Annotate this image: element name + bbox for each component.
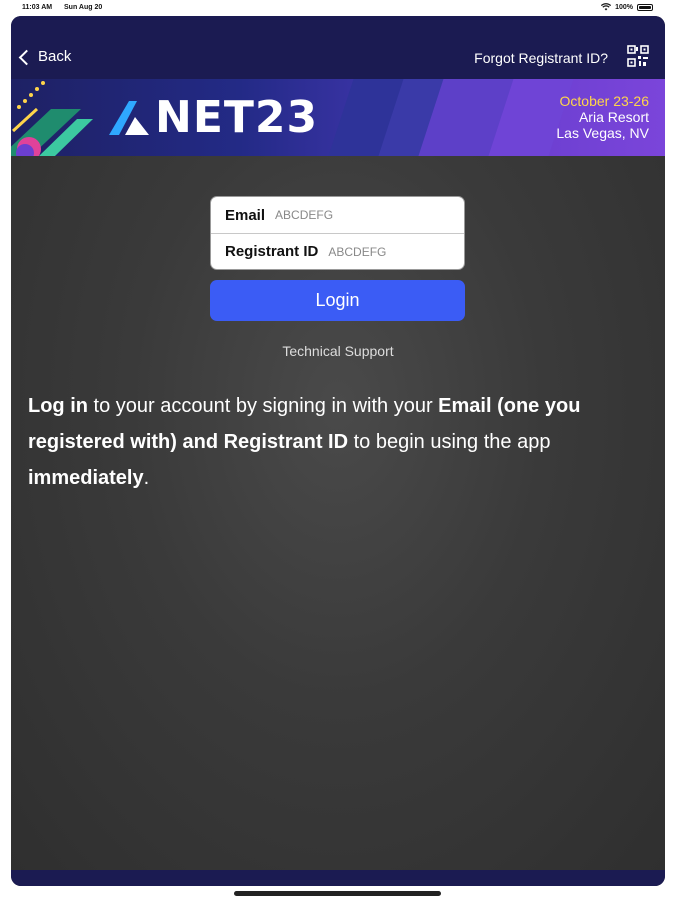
event-dates: October 23-26: [559, 93, 650, 109]
login-content: Email Registrant ID Login Technical Supp…: [11, 156, 665, 870]
wifi-icon: [601, 3, 612, 11]
intro-text: Log in to your account by signing in wit…: [28, 388, 638, 496]
registrant-id-row: Registrant ID: [211, 233, 464, 269]
email-label: Email: [225, 206, 266, 224]
forgot-registrant-id-link[interactable]: Forgot Registrant ID?: [474, 50, 608, 66]
status-date: Sun Aug 20: [64, 4, 103, 11]
back-button[interactable]: Back: [18, 48, 72, 65]
email-field[interactable]: [275, 208, 396, 222]
event-city: Las Vegas, NV: [556, 125, 649, 141]
chevron-left-icon: [18, 49, 35, 65]
event-info: October 23-26 Aria Resort Las Vegas, NV: [556, 93, 649, 141]
battery-percent: 100%: [615, 3, 633, 11]
intro-part: to begin using the app: [348, 431, 551, 453]
intro-part: immediately: [28, 467, 144, 489]
battery-icon: [637, 3, 653, 11]
logo-text: NET23: [155, 91, 319, 143]
intro-part: Log in: [28, 395, 88, 417]
registrant-id-label: Registrant ID: [225, 243, 319, 260]
app-window: Back Forgot Registrant ID? NET23 October…: [11, 16, 665, 886]
technical-support-link[interactable]: Technical Support: [11, 343, 665, 359]
registrant-id-field[interactable]: [328, 244, 449, 259]
qr-code-icon[interactable]: [627, 45, 649, 67]
back-label: Back: [38, 48, 72, 65]
home-indicator[interactable]: [234, 891, 441, 896]
intro-part: to your account by signing in with your: [87, 395, 439, 417]
nav-bar: Back Forgot Registrant ID?: [11, 16, 665, 79]
status-bar: 11:03 AM Sun Aug 20 100%: [0, 0, 675, 16]
event-venue: Aria Resort: [578, 109, 649, 125]
event-logo: NET23: [107, 91, 319, 143]
intro-part: .: [143, 467, 150, 489]
status-right: 100%: [601, 3, 653, 11]
status-time: 11:03 AM: [22, 4, 53, 11]
email-row: Email: [211, 197, 464, 233]
logo-mark-icon: [109, 101, 149, 135]
banner-decoration-graphic: [11, 81, 93, 156]
event-banner: NET23 October 23-26 Aria Resort Las Vega…: [11, 79, 665, 156]
login-form: Email Registrant ID: [210, 196, 465, 270]
login-button[interactable]: Login: [210, 280, 465, 321]
bottom-bar: [11, 870, 665, 886]
